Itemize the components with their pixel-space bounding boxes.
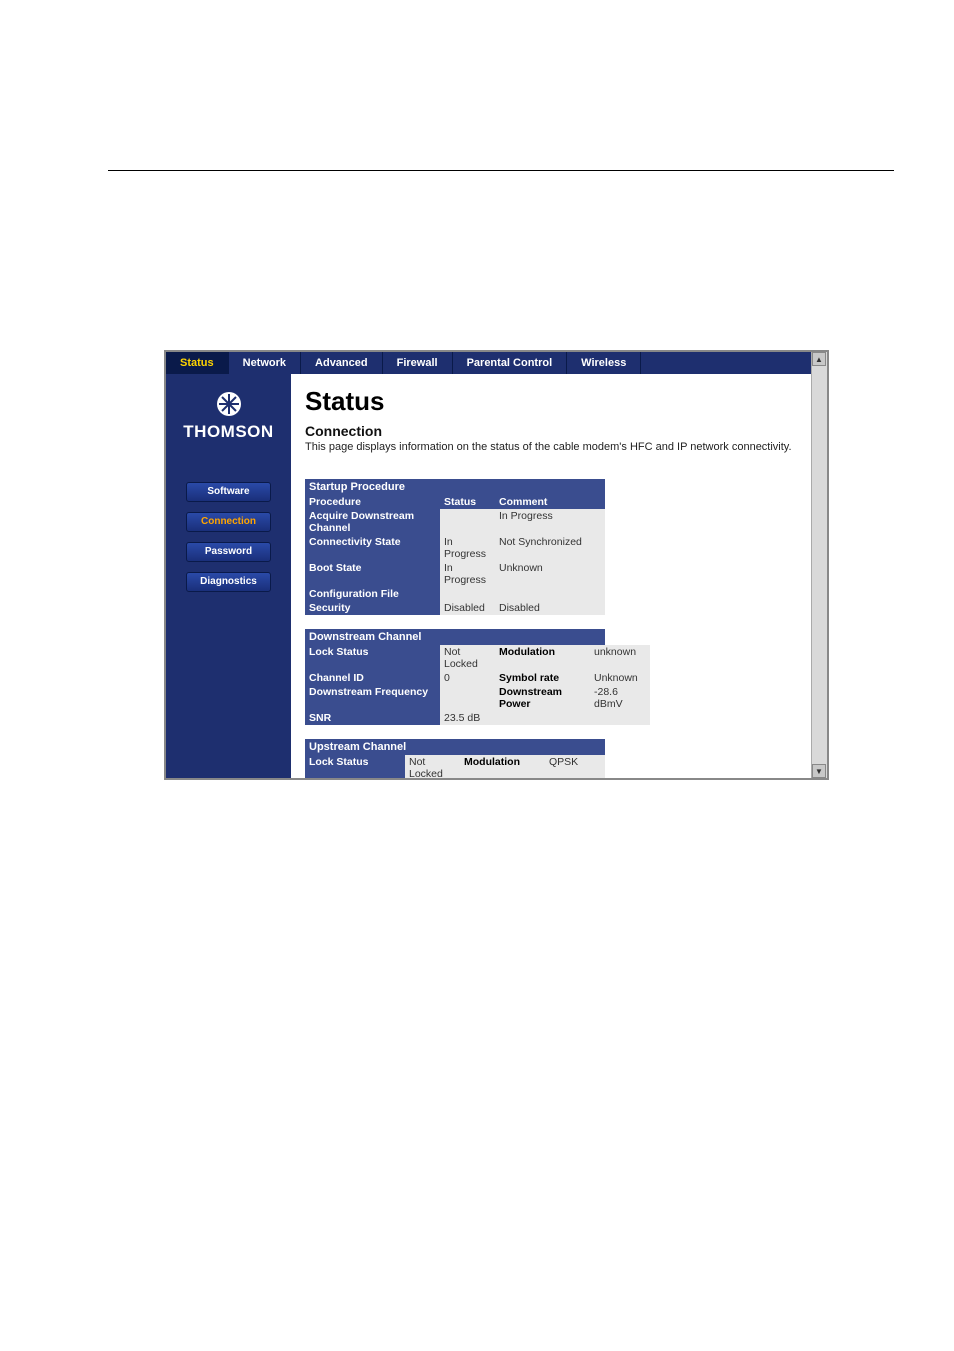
table-row: Boot State In Progress Unknown <box>305 561 605 587</box>
table-row: Acquire Downstream Channel In Progress <box>305 509 605 535</box>
us-value: Not Locked <box>405 755 460 778</box>
table-row: Lock Status Not Locked Modulation unknow… <box>305 645 650 671</box>
top-navigation: Status Network Advanced Firewall Parenta… <box>166 352 827 374</box>
scroll-up-button[interactable]: ▲ <box>812 352 826 366</box>
sidebar-item-connection[interactable]: Connection <box>186 512 271 532</box>
ds-label: Downstream Frequency <box>305 685 440 711</box>
page-description: This page displays information on the st… <box>305 441 817 455</box>
vertical-scrollbar[interactable]: ▲ ▼ <box>811 352 827 778</box>
table-row: Security Disabled Disabled <box>305 601 605 615</box>
upstream-heading: Upstream Channel <box>305 739 605 755</box>
ds-value: 0 <box>440 671 495 685</box>
sidebar-item-software[interactable]: Software <box>186 482 271 502</box>
table-row: Downstream Frequency Downstream Power -2… <box>305 685 650 711</box>
proc-status: In Progress <box>440 535 495 561</box>
us-label: Lock Status <box>305 755 405 778</box>
table-row: Channel ID 0 Symbol rate Unknown <box>305 671 650 685</box>
ds-value: Unknown <box>590 671 650 685</box>
downstream-table: Lock Status Not Locked Modulation unknow… <box>305 645 650 725</box>
page-title: Status <box>305 386 817 417</box>
sidebar-item-password[interactable]: Password <box>186 542 271 562</box>
nav-parental-control[interactable]: Parental Control <box>453 352 568 374</box>
sidebar-links: Software Connection Password Diagnostics <box>166 482 291 592</box>
browser-viewport: Status Network Advanced Firewall Parenta… <box>164 350 829 780</box>
upstream-table: Lock Status Not Locked Modulation QPSK <box>305 755 605 778</box>
ds-value: 23.5 dB <box>440 711 495 725</box>
thomson-logo-icon <box>213 390 245 418</box>
col-procedure: Procedure <box>305 495 440 509</box>
brand-name: THOMSON <box>183 422 273 442</box>
ds-label: Symbol rate <box>495 671 590 685</box>
sidebar: THOMSON Software Connection Password Dia… <box>166 374 291 778</box>
ds-label: Downstream Power <box>495 685 590 711</box>
proc-status: In Progress <box>440 561 495 587</box>
col-status: Status <box>440 495 495 509</box>
ds-label: Modulation <box>495 645 590 671</box>
ds-label: Channel ID <box>305 671 440 685</box>
proc-label: Boot State <box>305 561 440 587</box>
content-pane: Status Connection This page displays inf… <box>291 374 827 778</box>
page-divider <box>108 170 894 171</box>
downstream-heading: Downstream Channel <box>305 629 605 645</box>
proc-comment <box>495 587 605 601</box>
ds-label <box>495 711 590 725</box>
table-row: SNR 23.5 dB <box>305 711 650 725</box>
ds-label: Lock Status <box>305 645 440 671</box>
page-subtitle: Connection <box>305 423 817 439</box>
ds-label: SNR <box>305 711 440 725</box>
proc-comment: Unknown <box>495 561 605 587</box>
us-label: Modulation <box>460 755 545 778</box>
nav-wireless[interactable]: Wireless <box>567 352 641 374</box>
scroll-down-button[interactable]: ▼ <box>812 764 826 778</box>
downstream-channel-section: Downstream Channel Lock Status Not Locke… <box>305 627 817 725</box>
proc-comment: Not Synchronized <box>495 535 605 561</box>
nav-firewall[interactable]: Firewall <box>383 352 453 374</box>
table-row: Lock Status Not Locked Modulation QPSK <box>305 755 605 778</box>
sidebar-item-diagnostics[interactable]: Diagnostics <box>186 572 271 592</box>
ds-value: -28.6 dBmV <box>590 685 650 711</box>
proc-label: Configuration File <box>305 587 440 601</box>
proc-status <box>440 587 495 601</box>
nav-advanced[interactable]: Advanced <box>301 352 383 374</box>
proc-status: Disabled <box>440 601 495 615</box>
proc-label: Connectivity State <box>305 535 440 561</box>
us-value: QPSK <box>545 755 605 778</box>
startup-procedure-section: Startup Procedure Procedure Status Comme… <box>305 477 817 615</box>
proc-label: Acquire Downstream Channel <box>305 509 440 535</box>
col-comment: Comment <box>495 495 605 509</box>
upstream-channel-section: Upstream Channel Lock Status Not Locked … <box>305 737 817 778</box>
startup-heading: Startup Procedure <box>305 479 605 495</box>
proc-status <box>440 509 495 535</box>
table-row: Connectivity State In Progress Not Synch… <box>305 535 605 561</box>
proc-comment: In Progress <box>495 509 605 535</box>
table-row: Configuration File <box>305 587 605 601</box>
ds-value <box>590 711 650 725</box>
main-area: THOMSON Software Connection Password Dia… <box>166 374 827 778</box>
proc-label: Security <box>305 601 440 615</box>
startup-table: Procedure Status Comment Acquire Downstr… <box>305 495 605 615</box>
nav-status[interactable]: Status <box>166 352 229 374</box>
ds-value: unknown <box>590 645 650 671</box>
proc-comment: Disabled <box>495 601 605 615</box>
nav-network[interactable]: Network <box>229 352 301 374</box>
ds-value: Not Locked <box>440 645 495 671</box>
ds-value <box>440 685 495 711</box>
